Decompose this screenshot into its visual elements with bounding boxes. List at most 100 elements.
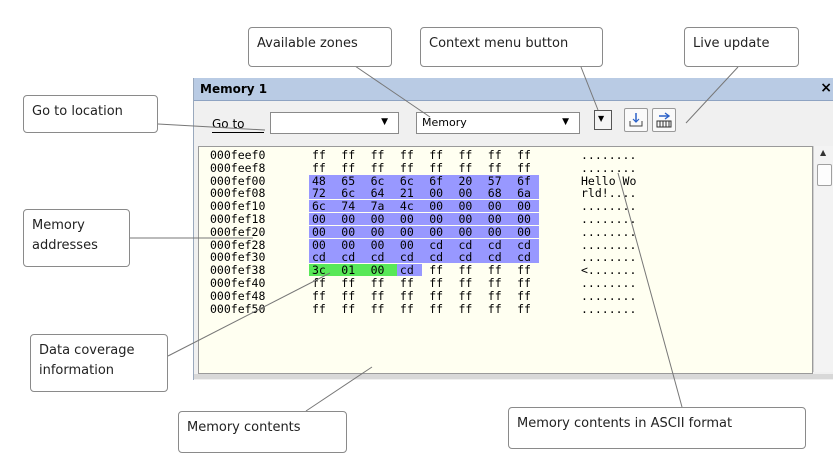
memory-byte[interactable]: 00	[426, 225, 457, 238]
chevron-down-icon[interactable]: ▼	[381, 117, 388, 127]
memory-byte[interactable]: 00	[426, 187, 457, 200]
memory-byte[interactable]: cd	[338, 251, 369, 264]
memory-byte[interactable]: ff	[341, 290, 365, 302]
memory-view[interactable]: 000feef0 ff ff ff ff ff ff ff ff........ 000feef8…	[198, 146, 813, 374]
memory-byte[interactable]: ff	[429, 162, 453, 174]
memory-byte[interactable]: cd	[367, 251, 398, 264]
memory-byte[interactable]: ff	[429, 149, 453, 161]
memory-byte[interactable]: 57	[484, 174, 516, 187]
memory-byte[interactable]: 00	[309, 238, 340, 251]
memory-row[interactable]: 000fef40 ff ff ff ff ff ff ff ff........	[199, 277, 799, 289]
memory-byte[interactable]: ff	[312, 277, 336, 289]
memory-byte[interactable]: 00	[367, 225, 398, 238]
memory-byte[interactable]: ff	[459, 162, 483, 174]
memory-byte[interactable]: ff	[341, 149, 365, 161]
memory-byte[interactable]: ff	[488, 264, 512, 276]
memory-byte[interactable]: ff	[429, 264, 453, 276]
memory-byte[interactable]: cd	[455, 251, 486, 264]
memory-byte[interactable]: 00	[367, 264, 398, 277]
memory-byte[interactable]: 21	[396, 187, 428, 200]
memory-byte[interactable]: 00	[514, 213, 541, 225]
memory-byte[interactable]: 00	[455, 200, 486, 213]
memory-byte[interactable]: ff	[371, 303, 395, 315]
memory-row[interactable]: 000feef0 ff ff ff ff ff ff ff ff........	[199, 149, 799, 161]
memory-byte[interactable]: ff	[371, 162, 395, 174]
memory-byte[interactable]: ff	[517, 264, 541, 276]
memory-byte[interactable]: 00	[338, 225, 369, 238]
memory-byte[interactable]: 00	[484, 200, 516, 213]
memory-row[interactable]: 000fef20 00 00 00 00 00 00 00 00........	[199, 225, 799, 238]
memory-byte[interactable]: 00	[455, 225, 486, 238]
memory-byte[interactable]: ff	[312, 162, 336, 174]
memory-byte[interactable]: ff	[488, 277, 512, 289]
memory-byte[interactable]: ff	[429, 290, 453, 302]
vertical-scrollbar[interactable]: ▲	[813, 146, 833, 372]
memory-byte[interactable]: ff	[517, 303, 541, 315]
memory-byte[interactable]: ff	[459, 277, 483, 289]
memory-byte[interactable]: 6f	[514, 174, 541, 187]
chevron-down-icon[interactable]: ▼	[562, 117, 569, 127]
memory-byte[interactable]: 00	[338, 238, 369, 251]
memory-byte[interactable]: 00	[484, 225, 516, 238]
memory-byte[interactable]: ff	[371, 277, 395, 289]
memory-byte[interactable]: ff	[488, 149, 512, 161]
memory-byte[interactable]: 6c	[367, 174, 398, 187]
memory-row[interactable]: 000fef48 ff ff ff ff ff ff ff ff........	[199, 290, 799, 302]
zone-select[interactable]: Memory ▼	[416, 112, 580, 134]
memory-byte[interactable]: 68	[484, 187, 516, 200]
memory-byte[interactable]: 7a	[367, 200, 398, 213]
memory-row[interactable]: 000fef08 72 6c 64 21 00 00 68 6a rld!....	[199, 187, 799, 200]
memory-byte[interactable]: 00	[426, 213, 457, 225]
memory-byte[interactable]: cd	[484, 251, 516, 264]
scroll-thumb[interactable]	[817, 164, 832, 186]
context-menu-button[interactable]: ▼	[594, 110, 612, 130]
memory-byte[interactable]: 00	[367, 238, 398, 251]
memory-byte[interactable]: ff	[400, 290, 424, 302]
memory-byte[interactable]: ff	[488, 162, 512, 174]
memory-byte[interactable]: 00	[396, 238, 428, 251]
memory-byte[interactable]: ff	[371, 149, 395, 161]
memory-byte[interactable]: 00	[309, 225, 340, 238]
memory-byte[interactable]: ff	[517, 277, 541, 289]
memory-row[interactable]: 000fef38 3c 01 00 cd ff ff ff ff <.......	[199, 264, 799, 277]
memory-byte[interactable]: ff	[400, 149, 424, 161]
memory-byte[interactable]: 00	[338, 213, 369, 225]
memory-byte[interactable]: cd	[426, 238, 457, 251]
memory-byte[interactable]: 20	[455, 174, 486, 187]
memory-byte[interactable]: cd	[484, 238, 516, 251]
memory-byte[interactable]: 72	[309, 187, 340, 200]
memory-row[interactable]: 000fef30 cd cd cd cd cd cd cd cd........	[199, 251, 799, 264]
memory-byte[interactable]: ff	[312, 303, 336, 315]
memory-byte[interactable]: ff	[429, 277, 453, 289]
memory-byte[interactable]: 00	[367, 213, 398, 225]
memory-row[interactable]: 000feef8 ff ff ff ff ff ff ff ff........	[199, 162, 799, 174]
memory-byte[interactable]: ff	[371, 290, 395, 302]
memory-row[interactable]: 000fef28 00 00 00 00 cd cd cd cd........	[199, 238, 799, 251]
memory-byte[interactable]: 00	[455, 187, 486, 200]
memory-byte[interactable]: 3c	[309, 264, 340, 277]
memory-byte[interactable]: 00	[396, 225, 428, 238]
memory-byte[interactable]: 00	[455, 213, 486, 225]
memory-row[interactable]: 000fef00 48 65 6c 6c 6f 20 57 6f Hello Wo	[199, 174, 799, 187]
live-update-button[interactable]	[652, 108, 676, 132]
memory-byte[interactable]: 64	[367, 187, 398, 200]
memory-byte[interactable]: cd	[309, 251, 340, 264]
memory-row[interactable]: 000fef50 ff ff ff ff ff ff ff ff........	[199, 303, 799, 315]
memory-byte[interactable]: ff	[400, 303, 424, 315]
scroll-up-icon[interactable]: ▲	[820, 148, 826, 157]
memory-byte[interactable]: 00	[309, 213, 340, 225]
memory-byte[interactable]: ff	[312, 149, 336, 161]
memory-byte[interactable]: 6f	[426, 174, 457, 187]
memory-byte[interactable]: cd	[396, 251, 428, 264]
memory-byte[interactable]: ff	[341, 277, 365, 289]
memory-byte[interactable]: ff	[517, 162, 541, 174]
memory-byte[interactable]: ff	[459, 264, 483, 276]
memory-byte[interactable]: 6c	[309, 200, 340, 213]
memory-byte[interactable]: ff	[312, 290, 336, 302]
memory-byte[interactable]: 00	[426, 200, 457, 213]
memory-row[interactable]: 000fef18 00 00 00 00 00 00 00 00........	[199, 213, 799, 225]
memory-byte[interactable]: ff	[488, 303, 512, 315]
memory-byte[interactable]: 4c	[396, 200, 428, 213]
close-icon[interactable]: ×	[820, 80, 832, 96]
memory-byte[interactable]: 74	[338, 200, 369, 213]
